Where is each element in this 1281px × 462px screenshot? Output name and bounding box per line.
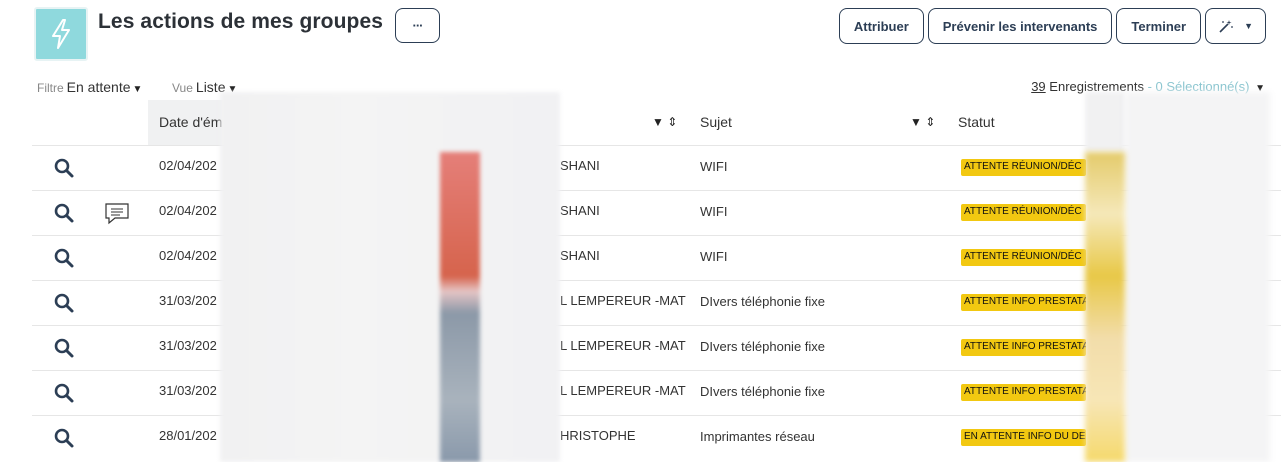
row-date: 31/03/202 — [159, 338, 217, 353]
app-lightning-icon — [34, 7, 88, 61]
status-badge: ATTENTE RÉUNION/DÉC — [961, 159, 1086, 176]
column-header-statut[interactable]: Statut — [958, 114, 995, 130]
comment-icon[interactable] — [103, 201, 131, 225]
terminer-button[interactable]: Terminer — [1116, 8, 1202, 44]
row-person: L LEMPEREUR -MAT — [560, 293, 686, 308]
row-date: 02/04/202 — [159, 248, 217, 263]
chevron-down-icon: ▼ — [132, 84, 143, 95]
row-date: 02/04/202 — [159, 203, 217, 218]
status-badge: EN ATTENTE INFO DU DE — [961, 429, 1086, 446]
records-count[interactable]: 39 — [1031, 79, 1045, 94]
row-sujet: Imprimantes réseau — [700, 429, 815, 444]
status-badge: ATTENTE INFO PRESTATA — [961, 339, 1086, 356]
filter-icon[interactable]: ▼ — [910, 115, 922, 129]
status-badge: ATTENTE RÉUNION/DÉC — [961, 204, 1086, 221]
row-sujet: DIvers téléphonie fixe — [700, 294, 826, 309]
view-label: Vue — [172, 81, 193, 95]
row-person: SHANI — [560, 203, 600, 218]
toolbar: Attribuer Prévenir les intervenants Term… — [838, 8, 1266, 44]
search-icon[interactable] — [53, 292, 75, 314]
row-person: L LEMPEREUR -MAT — [560, 383, 686, 398]
row-date: 28/01/202 — [159, 428, 217, 443]
filter-icon[interactable]: ▼ — [652, 115, 664, 129]
row-person: HRISTOPHE — [560, 428, 636, 443]
search-icon[interactable] — [53, 427, 75, 449]
status-badge: ATTENTE INFO PRESTATA — [961, 294, 1086, 311]
redacted-color-column — [440, 152, 480, 462]
prevenir-intervenants-button[interactable]: Prévenir les intervenants — [927, 8, 1113, 44]
status-badge: ATTENTE INFO PRESTATA — [961, 384, 1086, 401]
search-icon[interactable] — [53, 382, 75, 404]
row-person: L LEMPEREUR -MAT — [560, 338, 686, 353]
filter-value: En attente — [66, 79, 131, 95]
sort-icon[interactable]: ⇕ — [667, 115, 677, 129]
search-icon[interactable] — [53, 247, 75, 269]
redacted-area — [1085, 92, 1125, 152]
row-sujet: WIFI — [700, 204, 728, 219]
magic-wand-icon — [1219, 20, 1233, 33]
page-title: Les actions de mes groupes — [98, 10, 384, 33]
column-tools-sujet: ▼ ⇕ — [910, 115, 935, 129]
redacted-area — [220, 92, 560, 462]
status-badge: ATTENTE RÉUNION/DÉC — [961, 249, 1086, 266]
filter-dropdown[interactable]: Filtre En attente ▼ — [37, 79, 142, 95]
redacted-color-column — [1085, 152, 1125, 462]
sort-icon[interactable]: ⇕ — [925, 115, 935, 129]
row-date: 31/03/202 — [159, 293, 217, 308]
column-header-sujet[interactable]: Sujet — [700, 114, 732, 130]
row-sujet: DIvers téléphonie fixe — [700, 339, 826, 354]
filter-label: Filtre — [37, 81, 64, 95]
row-sujet: WIFI — [700, 159, 728, 174]
attribuer-button[interactable]: Attribuer — [838, 8, 924, 44]
redacted-area — [1125, 92, 1270, 462]
column-tools-person: ▼ ⇕ — [652, 115, 677, 129]
row-sujet: WIFI — [700, 249, 728, 264]
row-sujet: DIvers téléphonie fixe — [700, 384, 826, 399]
row-person: SHANI — [560, 248, 600, 263]
chevron-down-icon: ▼ — [1244, 21, 1253, 31]
search-icon[interactable] — [53, 157, 75, 179]
magic-wand-dropdown-button[interactable]: ▼ — [1205, 8, 1266, 44]
row-person: SHANI — [560, 158, 600, 173]
search-icon[interactable] — [53, 337, 75, 359]
row-date: 31/03/202 — [159, 383, 217, 398]
more-actions-button[interactable]: ··· — [395, 8, 440, 43]
row-date: 02/04/202 — [159, 158, 217, 173]
search-icon[interactable] — [53, 202, 75, 224]
